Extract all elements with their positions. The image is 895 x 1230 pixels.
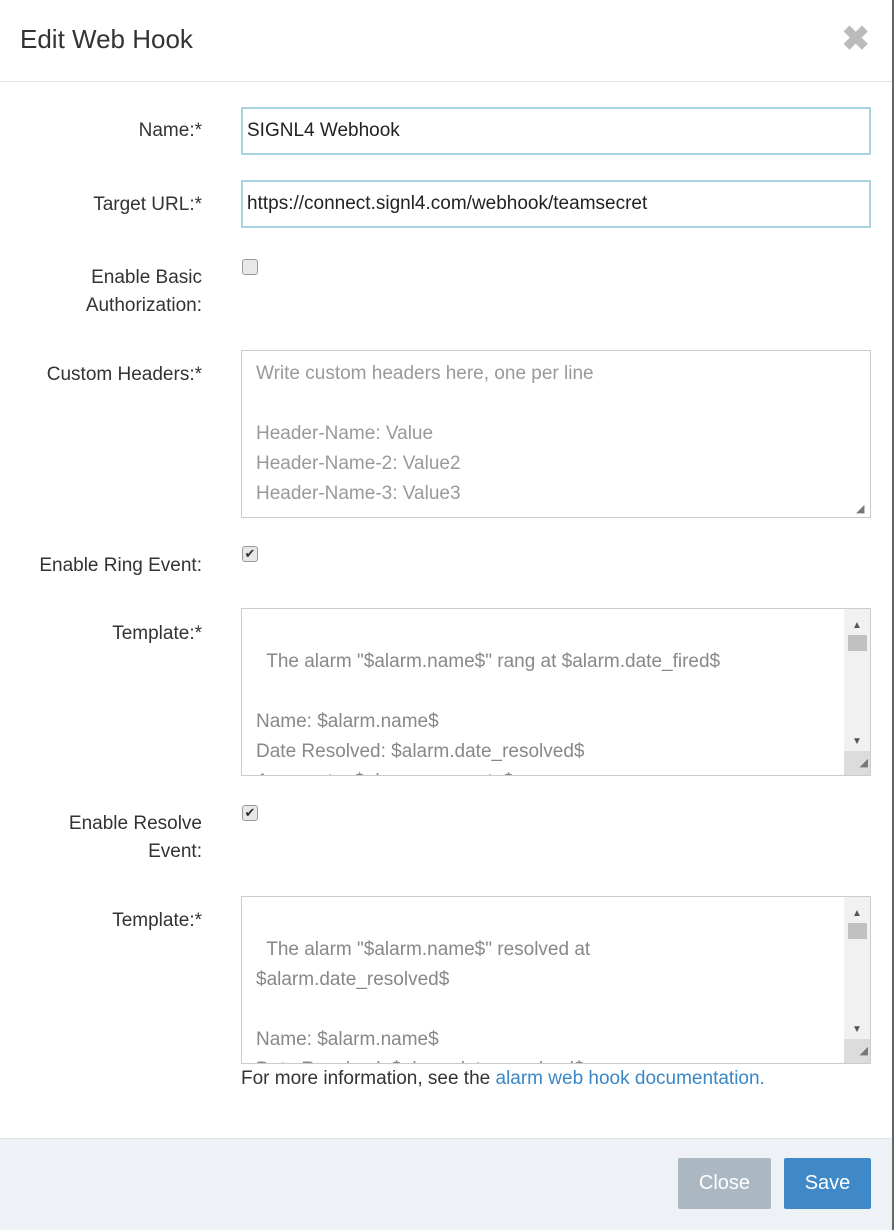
scrollbar[interactable]: ▲ ▼ ◢ [844,897,870,1063]
dialog-title: Edit Web Hook [20,24,193,54]
target-url-label: Target URL:* [93,194,202,215]
scrollbar[interactable]: ▲ ▼ ◢ [844,609,870,775]
basic-auth-label-line2: Authorization: [85,295,202,316]
documentation-link[interactable]: alarm web hook documentation. [496,1068,765,1089]
custom-headers-textarea[interactable]: Write custom headers here, one per line … [241,350,871,518]
resolve-template-label: Template:* [112,910,202,931]
resolve-template-textarea[interactable]: The alarm "$alarm.name$" resolved at $al… [241,896,871,1064]
name-label: Name:* [138,120,202,141]
resolve-event-checkbox[interactable]: ✔ [242,805,258,821]
ring-event-label: Enable Ring Event: [39,555,202,576]
info-prefix: For more information, see the [241,1068,496,1089]
edit-web-hook-dialog: Edit Web Hook ✖ Name:* SIGNL4 Webhook Ta… [0,0,894,1230]
ring-template-textarea[interactable]: The alarm "$alarm.name$" rang at $alarm.… [241,608,871,776]
close-button[interactable]: Close [678,1158,771,1209]
scroll-thumb[interactable] [848,635,867,651]
resolve-event-label: Enable Resolve Event: [69,810,202,866]
ring-template-text: The alarm "$alarm.name$" rang at $alarm.… [256,651,721,775]
name-input[interactable]: SIGNL4 Webhook [241,107,871,155]
resolve-event-label-line1: Enable Resolve [68,813,202,834]
basic-auth-label: Enable Basic Authorization: [86,264,202,320]
resize-grip-icon[interactable]: ◢ [844,1039,870,1063]
basic-auth-checkbox[interactable] [242,259,258,275]
target-url-input[interactable]: https://connect.signl4.com/webhook/teams… [241,180,871,228]
resolve-event-label-line2: Event: [148,841,202,862]
scroll-thumb[interactable] [848,923,867,939]
info-text: For more information, see the alarm web … [241,1068,765,1090]
dialog-header: Edit Web Hook ✖ [0,0,892,82]
save-button[interactable]: Save [784,1158,871,1209]
ring-template-label: Template:* [112,623,202,644]
basic-auth-label-line1: Enable Basic [91,267,202,288]
resize-grip-icon[interactable]: ◢ [844,751,870,775]
close-icon[interactable]: ✖ [842,22,871,56]
dialog-footer: Close Save [0,1138,892,1230]
resolve-template-text: The alarm "$alarm.name$" resolved at $al… [256,939,591,1063]
ring-event-checkbox[interactable]: ✔ [242,546,258,562]
custom-headers-label: Custom Headers:* [46,364,202,385]
